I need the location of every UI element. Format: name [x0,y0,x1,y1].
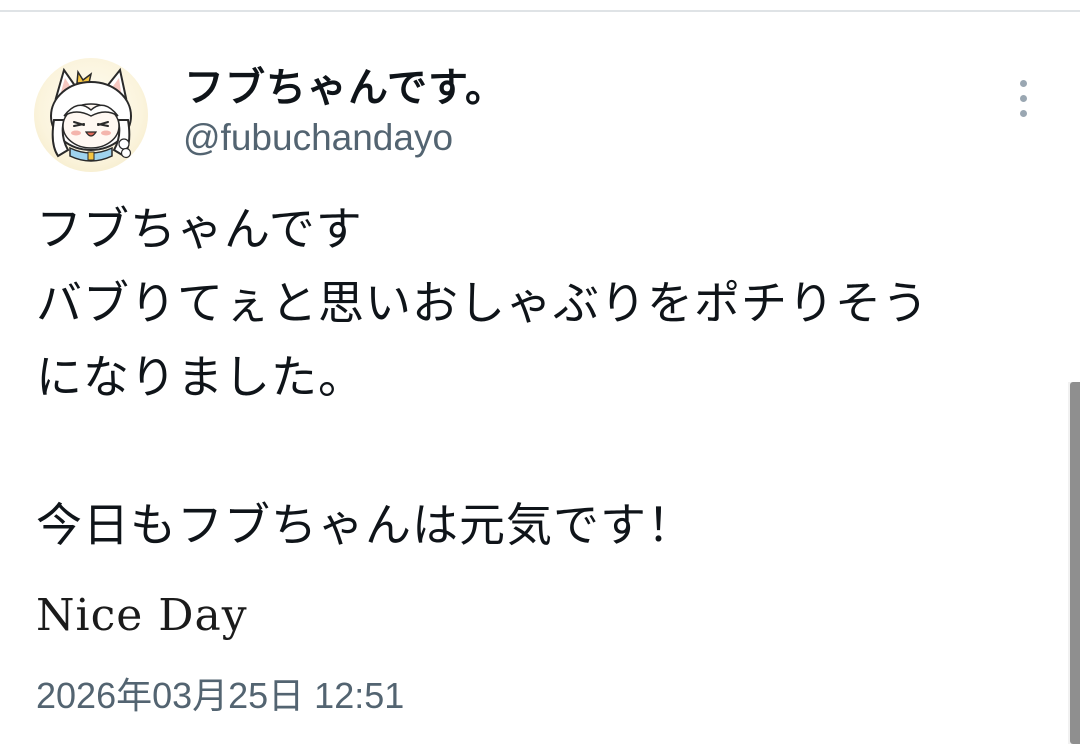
tweet-timestamp[interactable]: 2026年03月25日 12:51 [36,672,404,720]
more-options-icon-dot [1019,94,1027,102]
avatar-character-icon [50,67,132,162]
author-handle[interactable]: @fubuchandayo [183,116,453,160]
tweet-text-line: になりました。 [36,350,365,404]
author-display-name[interactable]: フブちゃんです。 [184,64,506,112]
scrollbar-thumb[interactable] [1070,382,1080,744]
more-options-icon-dot [1019,109,1027,117]
tweet-signature: Nice Day [36,590,248,641]
more-options-button[interactable] [1004,70,1042,126]
avatar[interactable] [34,58,148,172]
tweet: フブちゃんです。 @fubuchandayo フブちゃんです バブりてぇと思いお… [0,12,1080,744]
tweet-text-line: 今日もフブちゃんは元気です！ [36,498,694,552]
tweet-text-line: バブりてぇと思いおしゃぶりをポチりそう [36,276,929,330]
tweet-text-line: フブちゃんです [36,202,363,256]
more-options-icon [1019,79,1027,87]
tweet-text: フブちゃんです バブりてぇと思いおしゃぶりをポチりそう になりました。 今日もフ… [36,192,1036,562]
